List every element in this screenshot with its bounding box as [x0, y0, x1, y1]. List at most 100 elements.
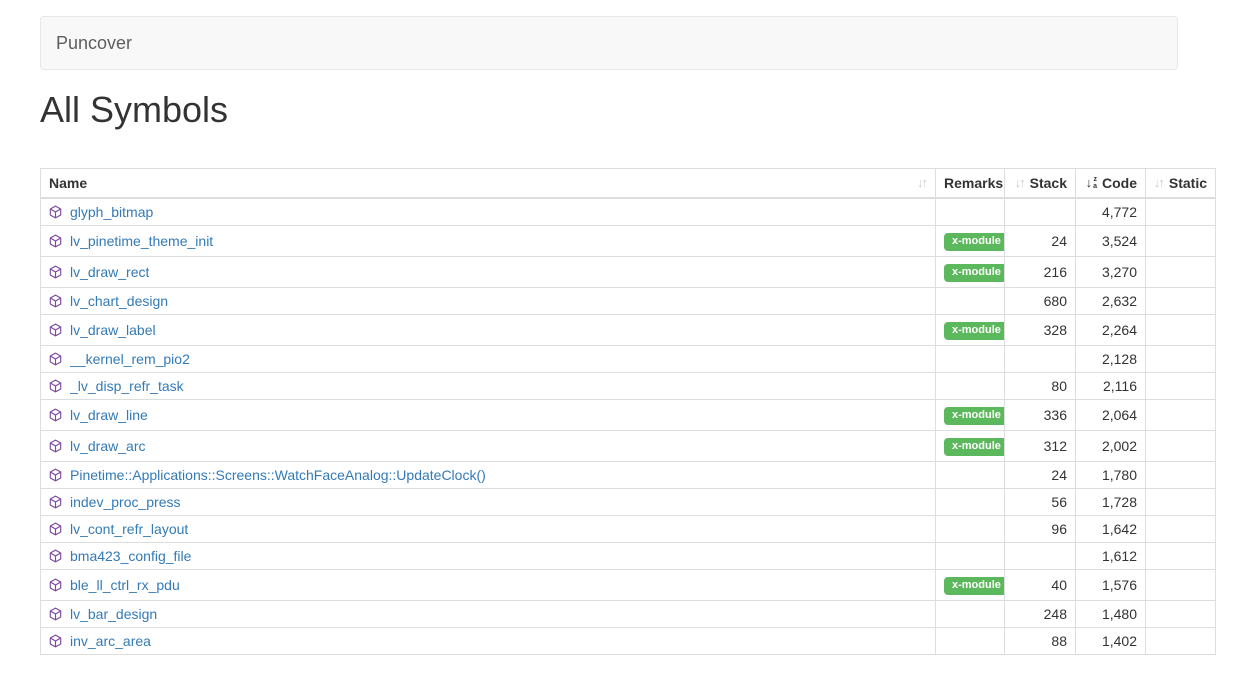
cube-icon	[49, 352, 62, 366]
name-cell: lv_cont_refr_layout	[41, 516, 936, 543]
remarks-cell: x-module	[936, 226, 1005, 257]
name-cell: __kernel_rem_pio2	[41, 346, 936, 373]
static-cell	[1146, 516, 1216, 543]
stack-cell: 216	[1005, 257, 1076, 288]
stack-cell: 312	[1005, 431, 1076, 462]
code-cell: 3,524	[1076, 226, 1146, 257]
column-header-remarks[interactable]: Remarks	[936, 169, 1005, 199]
column-header-code[interactable]: ↓ za Code	[1076, 169, 1146, 199]
symbol-link[interactable]: inv_arc_area	[70, 633, 151, 649]
symbols-table-container: Name ↓↑ Remarks ↓↑ Stack ↓	[40, 168, 1215, 655]
remark-badge: x-module	[944, 577, 1005, 595]
code-cell: 4,772	[1076, 198, 1146, 226]
symbol-link[interactable]: _lv_disp_refr_task	[70, 378, 184, 394]
name-cell: lv_draw_label	[41, 315, 936, 346]
stack-cell: 88	[1005, 628, 1076, 655]
static-cell	[1146, 226, 1216, 257]
remark-badge: x-module	[944, 407, 1005, 425]
table-row: Pinetime::Applications::Screens::WatchFa…	[41, 462, 1216, 489]
code-cell: 2,128	[1076, 346, 1146, 373]
column-header-name[interactable]: Name ↓↑	[41, 169, 936, 199]
sort-desc-alpha-icon: ↓ za	[1086, 176, 1097, 190]
cube-icon	[49, 468, 62, 482]
cube-icon	[49, 439, 62, 453]
static-cell	[1146, 431, 1216, 462]
static-cell	[1146, 198, 1216, 226]
name-cell: Pinetime::Applications::Screens::WatchFa…	[41, 462, 936, 489]
symbol-link[interactable]: lv_bar_design	[70, 606, 157, 622]
symbol-link[interactable]: lv_draw_arc	[70, 438, 145, 454]
stack-cell	[1005, 346, 1076, 373]
table-row: __kernel_rem_pio2 2,128	[41, 346, 1216, 373]
cube-icon	[49, 205, 62, 219]
static-cell	[1146, 315, 1216, 346]
remarks-cell	[936, 288, 1005, 315]
remark-badge: x-module	[944, 264, 1005, 282]
column-header-stack[interactable]: ↓↑ Stack	[1005, 169, 1076, 199]
stack-cell	[1005, 543, 1076, 570]
table-row: ble_ll_ctrl_rx_pdu x-module 40 1,576	[41, 570, 1216, 601]
cube-icon	[49, 634, 62, 648]
code-cell: 2,064	[1076, 400, 1146, 431]
remarks-cell	[936, 198, 1005, 226]
symbol-link[interactable]: __kernel_rem_pio2	[70, 351, 190, 367]
column-header-static-label: Static	[1169, 175, 1207, 191]
symbol-link[interactable]: lv_chart_design	[70, 293, 168, 309]
symbol-link[interactable]: lv_draw_rect	[70, 264, 149, 280]
symbol-link[interactable]: bma423_config_file	[70, 548, 191, 564]
code-cell: 1,612	[1076, 543, 1146, 570]
stack-cell: 80	[1005, 373, 1076, 400]
static-cell	[1146, 373, 1216, 400]
symbol-link[interactable]: lv_draw_line	[70, 407, 148, 423]
cube-icon	[49, 234, 62, 248]
code-cell: 2,002	[1076, 431, 1146, 462]
remarks-cell	[936, 489, 1005, 516]
table-row: lv_pinetime_theme_init x-module 24 3,524	[41, 226, 1216, 257]
symbol-link[interactable]: lv_draw_label	[70, 322, 156, 338]
cube-icon	[49, 379, 62, 393]
column-header-static[interactable]: ↓↑ Static	[1146, 169, 1216, 199]
remarks-cell: x-module	[936, 315, 1005, 346]
navbar-brand-link[interactable]: Puncover	[56, 33, 132, 54]
symbol-link[interactable]: glyph_bitmap	[70, 204, 153, 220]
symbol-link[interactable]: lv_cont_refr_layout	[70, 521, 188, 537]
remarks-cell	[936, 462, 1005, 489]
code-cell: 1,402	[1076, 628, 1146, 655]
table-row: inv_arc_area 88 1,402	[41, 628, 1216, 655]
code-cell: 2,264	[1076, 315, 1146, 346]
stack-cell: 24	[1005, 462, 1076, 489]
remarks-cell	[936, 373, 1005, 400]
column-header-name-label: Name	[49, 175, 87, 191]
name-cell: lv_draw_line	[41, 400, 936, 431]
stack-cell: 56	[1005, 489, 1076, 516]
symbol-link[interactable]: ble_ll_ctrl_rx_pdu	[70, 577, 180, 593]
name-cell: glyph_bitmap	[41, 198, 936, 226]
symbol-link[interactable]: indev_proc_press	[70, 494, 181, 510]
code-cell: 3,270	[1076, 257, 1146, 288]
symbols-table: Name ↓↑ Remarks ↓↑ Stack ↓	[40, 168, 1216, 655]
remarks-cell: x-module	[936, 400, 1005, 431]
cube-icon	[49, 323, 62, 337]
static-cell	[1146, 257, 1216, 288]
sort-arrows-icon: ↓↑	[1016, 176, 1025, 190]
code-cell: 1,728	[1076, 489, 1146, 516]
static-cell	[1146, 346, 1216, 373]
name-cell: lv_bar_design	[41, 601, 936, 628]
name-cell: indev_proc_press	[41, 489, 936, 516]
static-cell	[1146, 462, 1216, 489]
table-row: lv_draw_line x-module 336 2,064	[41, 400, 1216, 431]
table-row: lv_chart_design 680 2,632	[41, 288, 1216, 315]
symbol-link[interactable]: Pinetime::Applications::Screens::WatchFa…	[70, 467, 486, 483]
remarks-cell	[936, 543, 1005, 570]
table-row: indev_proc_press 56 1,728	[41, 489, 1216, 516]
column-header-stack-label: Stack	[1030, 175, 1067, 191]
stack-cell: 248	[1005, 601, 1076, 628]
remarks-cell	[936, 601, 1005, 628]
name-cell: lv_pinetime_theme_init	[41, 226, 936, 257]
name-cell: lv_chart_design	[41, 288, 936, 315]
remarks-cell	[936, 628, 1005, 655]
stack-cell: 24	[1005, 226, 1076, 257]
table-row: lv_draw_arc x-module 312 2,002	[41, 431, 1216, 462]
remarks-cell	[936, 516, 1005, 543]
symbol-link[interactable]: lv_pinetime_theme_init	[70, 233, 213, 249]
